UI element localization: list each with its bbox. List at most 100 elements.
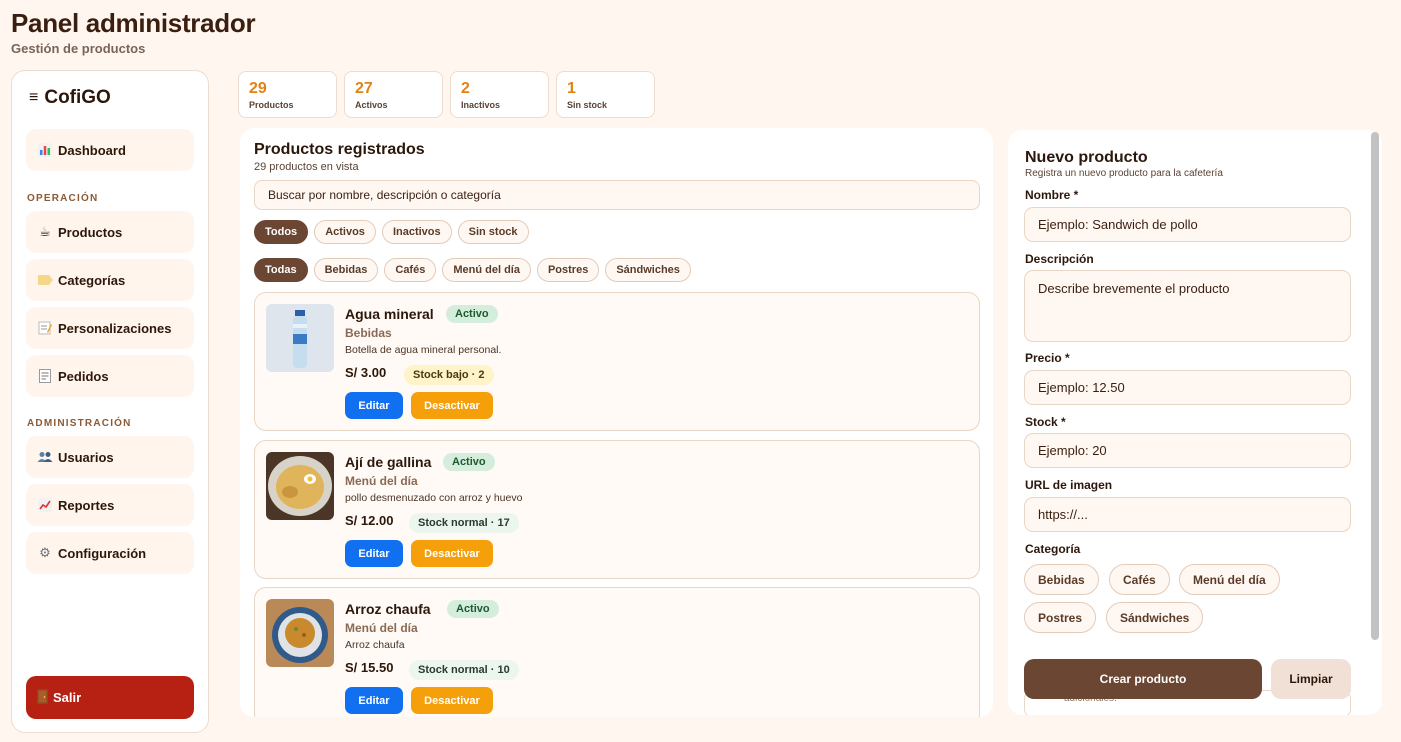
chart-icon (37, 143, 53, 157)
deactivate-button[interactable]: Desactivar (411, 687, 493, 714)
brand[interactable]: ≡ CofiGO (29, 87, 111, 109)
logout-button[interactable]: Salir (26, 676, 194, 719)
product-card: Arroz chaufa Activo Menú del día Arroz c… (254, 587, 980, 717)
sidebar-item-reportes[interactable]: Reportes (26, 484, 194, 526)
stock-badge: Stock normal · 10 (409, 660, 519, 680)
tag-icon (37, 275, 53, 285)
products-count: 29 productos en vista (254, 161, 359, 173)
sidebar-item-label: Productos (58, 224, 123, 240)
image-url-label: URL de imagen (1025, 478, 1113, 492)
product-image (266, 452, 334, 520)
edit-button[interactable]: Editar (345, 392, 403, 419)
stat-value: 29 (249, 80, 267, 97)
product-description: pollo desmenuzado con arroz y huevo (345, 492, 523, 504)
product-card: Ají de gallina Activo Menú del día pollo… (254, 440, 980, 579)
category-filter-todas[interactable]: Todas (254, 258, 308, 282)
sidebar-item-categorias[interactable]: Categorías (26, 259, 194, 301)
price-label: Precio * (1025, 351, 1070, 365)
sidebar-item-dashboard[interactable]: Dashboard (26, 129, 194, 171)
edit-button[interactable]: Editar (345, 687, 403, 714)
form-hint: Registra un nuevo producto para la cafet… (1025, 168, 1223, 179)
create-product-button[interactable]: Crear producto (1024, 659, 1262, 699)
filter-activos[interactable]: Activos (314, 220, 376, 244)
name-label: Nombre * (1025, 188, 1079, 202)
products-title: Productos registrados (254, 141, 425, 158)
sidebar-item-usuarios[interactable]: Usuarios (26, 436, 194, 478)
category-option-bebidas[interactable]: Bebidas (1024, 564, 1099, 595)
product-category: Menú del día (345, 474, 418, 488)
category-filter-sandwiches[interactable]: Sándwiches (605, 258, 691, 282)
stat-value: 1 (567, 80, 576, 97)
sidebar-item-productos[interactable]: ☕ Productos (26, 211, 194, 253)
sidebar-item-pedidos[interactable]: Pedidos (26, 355, 194, 397)
product-description: Arroz chaufa (345, 639, 405, 651)
gear-icon: ⚙ (39, 545, 51, 560)
sidebar-item-label: Pedidos (58, 368, 109, 384)
filter-todos[interactable]: Todos (254, 220, 309, 244)
description-field[interactable] (1024, 270, 1351, 342)
sidebar-item-label: Personalizaciones (58, 320, 172, 336)
description-label: Descripción (1025, 252, 1094, 266)
products-panel: Productos registrados 29 productos en vi… (240, 128, 993, 717)
category-filter-postres[interactable]: Postres (536, 258, 600, 282)
stock-badge: Stock bajo · 2 (404, 365, 494, 385)
product-name: Ají de gallina (345, 454, 432, 470)
deactivate-button[interactable]: Desactivar (411, 540, 493, 567)
category-filter-cafes[interactable]: Cafés (384, 258, 437, 282)
receipt-icon (37, 369, 53, 383)
stat-card-activos: 27 Activos (344, 71, 443, 118)
hamburger-icon[interactable]: ≡ (29, 89, 38, 107)
stat-value: 2 (461, 80, 470, 97)
memo-icon (37, 321, 53, 335)
brand-name: CofiGO (44, 87, 111, 108)
product-image (266, 304, 334, 372)
status-badge: Activo (443, 453, 495, 471)
product-card: Agua mineral Activo Bebidas Botella de a… (254, 292, 980, 431)
category-option-postres[interactable]: Postres (1024, 602, 1097, 633)
category-option-menu-del-dia[interactable]: Menú del día (1179, 564, 1280, 595)
product-price: S/ 15.50 (345, 660, 394, 675)
form-title: Nuevo producto (1025, 149, 1148, 166)
filter-sin-stock[interactable]: Sin stock (457, 220, 529, 244)
category-filter-menu-del-dia[interactable]: Menú del día (442, 258, 531, 282)
status-badge: Activo (447, 600, 499, 618)
product-name: Agua mineral (345, 306, 434, 322)
users-icon (37, 451, 53, 463)
category-option-cafes[interactable]: Cafés (1109, 564, 1170, 595)
deactivate-button[interactable]: Desactivar (411, 392, 493, 419)
sidebar-item-label: Dashboard (58, 142, 126, 158)
search-input[interactable] (254, 180, 980, 210)
product-category: Bebidas (345, 326, 392, 340)
status-badge: Activo (446, 305, 498, 323)
stat-label: Sin stock (567, 100, 608, 110)
category-label: Categoría (1025, 542, 1081, 556)
trend-icon (37, 498, 53, 512)
logout-label: Salir (53, 690, 82, 705)
price-field[interactable] (1024, 370, 1351, 405)
sidebar-item-configuracion[interactable]: ⚙ Configuración (26, 532, 194, 574)
image-url-field[interactable] (1024, 497, 1351, 532)
filter-inactivos[interactable]: Inactivos (381, 220, 452, 244)
stat-card-productos: 29 Productos (238, 71, 337, 118)
sidebar-item-label: Categorías (58, 272, 126, 288)
name-field[interactable] (1024, 207, 1351, 242)
sidebar-item-personalizaciones[interactable]: Personalizaciones (26, 307, 194, 349)
section-operacion: OPERACIÓN (27, 193, 99, 204)
edit-button[interactable]: Editar (345, 540, 403, 567)
stat-card-sin-stock: 1 Sin stock (556, 71, 655, 118)
coffee-icon: ☕ (39, 224, 51, 239)
stock-badge: Stock normal · 17 (409, 513, 519, 533)
stat-label: Inactivos (461, 100, 501, 110)
category-filter-bebidas[interactable]: Bebidas (313, 258, 379, 282)
product-name: Arroz chaufa (345, 601, 431, 617)
page-subtitle: Gestión de productos (11, 41, 146, 56)
stock-field[interactable] (1024, 433, 1351, 468)
page-title: Panel administrador (11, 8, 256, 38)
section-administracion: ADMINISTRACIÓN (27, 418, 132, 429)
category-option-sandwiches[interactable]: Sándwiches (1106, 602, 1204, 633)
sidebar: ≡ CofiGO Dashboard OPERACIÓN ☕ Productos… (11, 70, 209, 733)
stat-value: 27 (355, 80, 373, 97)
form-scrollbar-thumb[interactable] (1371, 132, 1379, 640)
status-filter-row: Todos Activos Inactivos Sin stock (254, 220, 529, 244)
clear-button[interactable]: Limpiar (1271, 659, 1351, 699)
